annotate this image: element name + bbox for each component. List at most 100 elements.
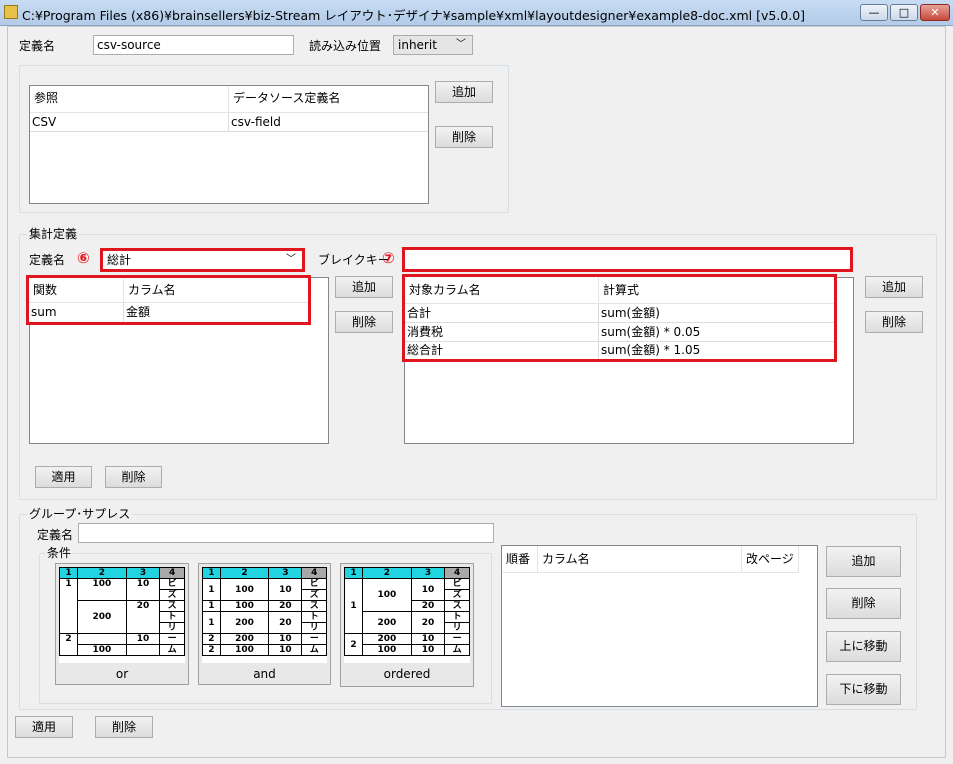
- diagram-cell: 10: [268, 578, 303, 601]
- table-row[interactable]: 合計 sum(金額): [405, 304, 834, 323]
- target-delete-button[interactable]: 削除: [865, 311, 923, 333]
- diagram-cell: 200: [361, 611, 412, 634]
- diagram-cell: 100: [361, 644, 412, 656]
- reference-delete-button[interactable]: 削除: [435, 126, 493, 148]
- diagram-head: 2: [361, 567, 412, 579]
- table-cell: sum(金額) * 1.05: [601, 343, 701, 357]
- aggregate-name-select[interactable]: 総計 ﹀: [100, 248, 305, 272]
- chevron-down-icon: ﹀: [286, 254, 296, 265]
- diagram-cell: 200: [219, 611, 270, 634]
- aggregate-delete-button[interactable]: 削除: [105, 466, 162, 488]
- column-header[interactable]: 順番: [502, 546, 538, 572]
- diagram-cell: 10: [410, 578, 446, 601]
- condition-or-diagram: 1234 1 100 10 ビ ズ 200 20 ス ト リ 2 10 ー 100 ム: [59, 567, 185, 663]
- column-header[interactable]: 改ページ: [742, 546, 799, 572]
- table-cell: sum(金額) * 0.05: [601, 325, 701, 339]
- load-position-value: inherit: [398, 38, 437, 52]
- order-grid[interactable]: 順番 カラム名 改ページ: [501, 545, 818, 707]
- column-header[interactable]: カラム名: [538, 546, 742, 572]
- diagram-cell: 10: [268, 644, 303, 656]
- condition-and[interactable]: 1234 1 100 10 ビ ズ 1 100 20 ス 1 200 20 ト リ 2 200 10 ー…: [198, 563, 331, 685]
- minimize-button[interactable]: —: [860, 4, 888, 21]
- table-row[interactable]: 総合計 sum(金額) * 1.05: [405, 342, 834, 359]
- diagram-cell: 1: [344, 578, 363, 634]
- target-grid-header: 対象カラム名 計算式: [405, 277, 834, 304]
- aggregate-name-label: 定義名: [29, 253, 66, 267]
- column-header[interactable]: 参照: [30, 86, 229, 112]
- condition-label: ordered: [383, 667, 431, 681]
- diagram-head: 1: [344, 567, 363, 579]
- definition-name-input[interactable]: csv-source: [93, 35, 294, 55]
- diagram-cell: 2: [59, 633, 78, 656]
- diagram-cell: ー: [159, 633, 185, 645]
- diagram-cell: ス: [159, 600, 185, 612]
- aggregate-apply-button[interactable]: 適用: [35, 466, 92, 488]
- group-suppress-name-input[interactable]: [78, 523, 494, 543]
- diagram-cell: ズ: [301, 589, 327, 601]
- order-delete-button[interactable]: 削除: [826, 588, 901, 619]
- footer-apply-button[interactable]: 適用: [15, 716, 73, 738]
- diagram-cell: [125, 644, 161, 656]
- column-header[interactable]: 関数: [29, 278, 124, 302]
- diagram-cell: ト: [444, 611, 470, 623]
- table-cell: sum: [29, 303, 124, 322]
- function-grid-highlight: 関数 カラム名 sum 金額: [26, 275, 311, 325]
- diagram-cell: 1: [202, 578, 221, 601]
- table-cell: 合計: [405, 304, 599, 322]
- diagram-cell: ス: [444, 600, 470, 612]
- diagram-cell: 2: [202, 644, 221, 656]
- diagram-cell: ー: [301, 633, 327, 645]
- table-row[interactable]: CSV csv-field: [30, 113, 428, 132]
- condition-label: and: [253, 667, 276, 681]
- marker-6: ⑥: [77, 249, 90, 267]
- diagram-cell: リ: [301, 622, 327, 634]
- reference-grid-header: 参照 データソース定義名: [30, 86, 428, 113]
- reference-grid[interactable]: 参照 データソース定義名 CSV csv-field: [29, 85, 429, 204]
- diagram-cell: 2: [202, 633, 221, 645]
- aggregate-name-value: 総計: [107, 253, 132, 267]
- diagram-cell: ト: [301, 611, 327, 623]
- diagram-head: 4: [159, 567, 185, 579]
- table-cell: csv-field: [231, 115, 281, 129]
- diagram-cell: ム: [159, 644, 185, 656]
- footer-delete-button[interactable]: 削除: [95, 716, 153, 738]
- diagram-cell: ズ: [444, 589, 470, 601]
- definition-name-label: 定義名: [19, 39, 56, 53]
- chevron-down-icon: ﹀: [456, 39, 466, 50]
- table-cell: 総合計: [405, 342, 599, 359]
- target-add-button[interactable]: 追加: [865, 276, 923, 298]
- break-key-input[interactable]: [402, 247, 853, 272]
- close-button[interactable]: ✕: [920, 4, 950, 21]
- diagram-cell: 20: [268, 600, 303, 612]
- aggregate-group-title: 集計定義: [27, 226, 80, 242]
- condition-or[interactable]: 1234 1 100 10 ビ ズ 200 20 ス ト リ 2 10 ー 100 ム or: [55, 563, 189, 685]
- load-position-select[interactable]: inherit ﹀: [393, 35, 473, 55]
- table-row[interactable]: 消費税 sum(金額) * 0.05: [405, 323, 834, 342]
- column-header[interactable]: 計算式: [599, 277, 834, 303]
- function-add-button[interactable]: 追加: [335, 276, 393, 298]
- diagram-cell: ト: [159, 611, 185, 623]
- reference-add-button[interactable]: 追加: [435, 81, 493, 103]
- diagram-head: 4: [301, 567, 327, 579]
- move-up-button[interactable]: 上に移動: [826, 631, 901, 662]
- move-down-button[interactable]: 下に移動: [826, 674, 901, 705]
- diagram-cell: 100: [361, 578, 412, 612]
- diagram-cell: 20: [125, 600, 161, 634]
- order-add-button[interactable]: 追加: [826, 546, 901, 577]
- function-grid-header: 関数 カラム名: [29, 278, 308, 303]
- load-position-label: 読み込み位置: [309, 39, 382, 53]
- diagram-cell: 1: [202, 600, 221, 612]
- table-row[interactable]: sum 金額: [29, 303, 308, 322]
- diagram-cell: 10: [268, 633, 303, 645]
- diagram-cell: 10: [410, 633, 446, 645]
- column-header[interactable]: カラム名: [124, 278, 308, 302]
- column-header[interactable]: データソース定義名: [229, 86, 428, 112]
- diagram-cell: ム: [301, 644, 327, 656]
- diagram-head: 3: [410, 567, 446, 579]
- diagram-cell: 10: [125, 633, 161, 645]
- maximize-button[interactable]: □: [890, 4, 918, 21]
- function-delete-button[interactable]: 削除: [335, 311, 393, 333]
- condition-label: or: [115, 667, 129, 681]
- condition-ordered[interactable]: 1234 1 100 10 ビ ズ 20 ス 200 20 ト リ 2 200 10 ー 100 1…: [340, 563, 474, 687]
- column-header[interactable]: 対象カラム名: [405, 277, 599, 303]
